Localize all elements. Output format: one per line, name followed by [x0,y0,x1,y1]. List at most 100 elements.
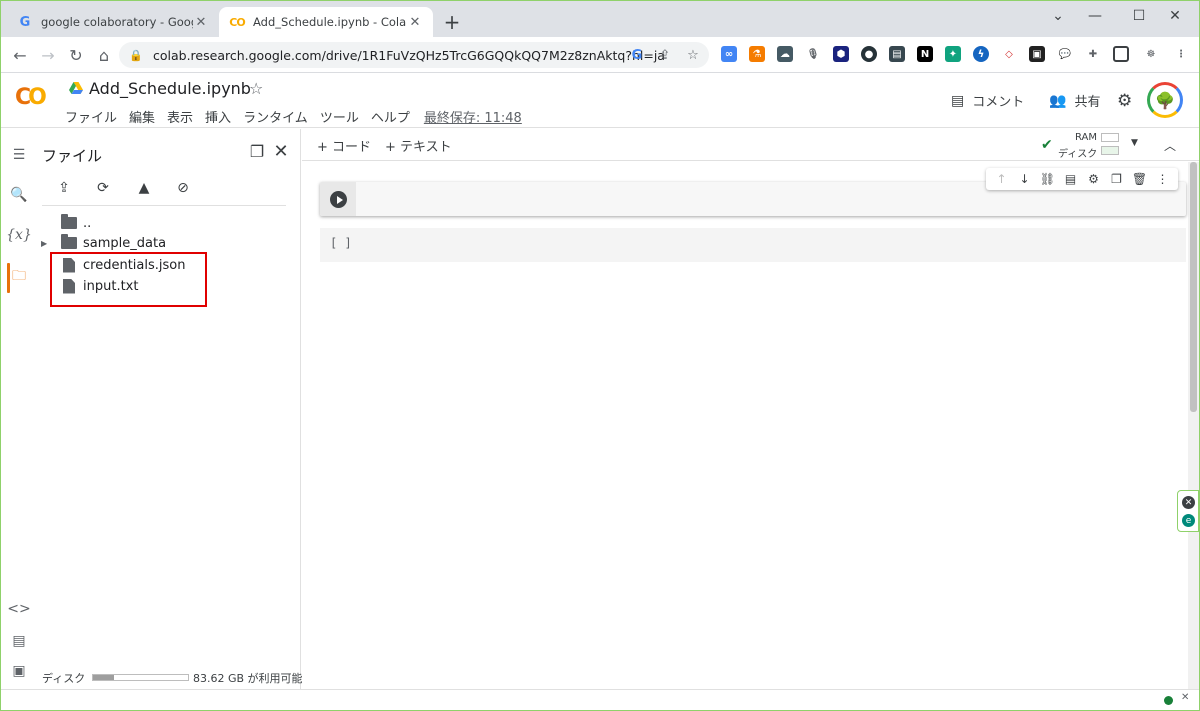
chat-extension-icon[interactable]: 💬 [1057,46,1073,62]
diff-extension-icon[interactable]: ◇ [1001,46,1017,62]
menu-view[interactable]: 表示 [167,107,193,126]
ram-label: RAM [1075,132,1098,143]
home-icon[interactable]: ⌂ [93,44,115,66]
upload-file-icon[interactable]: ⇪ [54,178,74,198]
close-tab-icon[interactable]: ✕ [407,14,423,30]
files-folder-icon[interactable]: 🗀 [9,267,29,287]
close-panel-icon[interactable]: ✕ [271,141,291,162]
move-up-icon[interactable]: ↑ [993,172,1011,186]
search-icon[interactable]: 🔍 [9,185,29,205]
google-lens-icon[interactable]: G [627,45,647,65]
move-down-icon[interactable]: ↓ [1016,172,1034,186]
mirror-cell-icon[interactable]: ❐ [1108,172,1126,186]
comment-label: コメント [972,95,1025,110]
cloud-extension-icon[interactable]: ☁ [777,46,793,62]
gadget-e-icon[interactable]: e [1182,514,1195,527]
bookmark-star-icon[interactable]: ☆ [683,45,703,65]
comment-icon: ▤ [951,92,965,109]
colab-favicon-icon: CO [229,15,245,29]
tab-google-search[interactable]: G google colaboratory - Google 検 ✕ [7,7,219,37]
browser-menu-icon[interactable]: ⋮ [1173,46,1189,62]
microphone-extension-icon[interactable]: 🎙 [805,46,821,62]
close-window-button[interactable]: ✕ [1153,1,1197,31]
tab-title: google colaboratory - Google 検 [41,15,193,29]
scrollbar[interactable] [1188,162,1199,689]
tree-item-parent[interactable]: .. [61,213,91,233]
menu-bar: ファイル 編集 表示 挿入 ランタイム ツール ヘルプ 最終保存: 11:48 [65,107,522,126]
delete-cell-icon[interactable]: 🗑 [1131,172,1149,186]
menu-tools[interactable]: ツール [320,107,359,126]
back-icon[interactable]: ← [9,44,31,66]
colab-logo[interactable]: CO [15,85,47,110]
reload-icon[interactable]: ↻ [65,44,87,66]
reader-extension-icon[interactable]: ▤ [889,46,905,62]
output-prompt: [ ] [330,236,352,250]
variables-icon[interactable]: {x} [6,225,32,245]
resource-monitor[interactable]: ✔ RAM ディスク ▼ [1041,130,1161,160]
add-code-button[interactable]: + コード [317,136,371,155]
comment-button[interactable]: ▤ コメント [951,91,1025,111]
hex-extension-icon[interactable]: ⬢ [833,46,849,62]
settings-gear-icon[interactable]: ⚙ [1117,91,1132,111]
add-text-button[interactable]: + テキスト [385,136,452,155]
tree-item-sample-data[interactable]: ▶ sample_data [41,233,167,253]
chatgpt-extension-icon[interactable]: ✦ [945,46,961,62]
flask-extension-icon[interactable]: ⚗ [749,46,765,62]
last-saved-link[interactable]: 最終保存: 11:48 [424,107,522,126]
grid-extension-icon[interactable]: ▣ [1029,46,1045,62]
close-gadget-icon[interactable]: ✕ [1182,496,1195,509]
lock-icon[interactable]: 🔒 [129,49,143,62]
refresh-folder-icon[interactable]: ⟳ [93,178,113,198]
menu-edit[interactable]: 編集 [129,107,155,126]
notion-extension-icon[interactable]: N [917,46,933,62]
expand-caret-icon[interactable]: ▶ [41,239,47,248]
side-panel-icon[interactable] [1113,46,1129,62]
command-palette-icon[interactable]: ▤ [9,631,29,651]
disk-usage-bar [92,674,189,681]
link-icon[interactable]: ⛓ [1039,172,1057,186]
cell-toolbar: ↑ ↓ ⛓ ▤ ⚙ ❐ 🗑 ⋮ [986,168,1178,190]
tab-strip: G google colaboratory - Google 検 ✕ CO Ad… [1,1,1199,37]
minimize-button[interactable]: — [1073,1,1117,31]
link-extension-icon[interactable]: ∞ [721,46,737,62]
forward-icon[interactable]: → [37,44,59,66]
cell-settings-icon[interactable]: ⚙ [1085,172,1103,186]
code-snippets-icon[interactable]: <> [7,599,30,619]
scrollbar-thumb[interactable] [1190,162,1197,412]
menu-insert[interactable]: 挿入 [205,107,231,126]
terminal-icon[interactable]: ▣ [9,661,29,681]
close-tab-icon[interactable]: ✕ [193,14,209,30]
menu-help[interactable]: ヘルプ [371,107,410,126]
share-page-icon[interactable]: ⇪ [655,45,675,65]
puzzle-extensions-icon[interactable]: ✚ [1085,46,1101,62]
disk-usage-fill [93,675,114,680]
profile-extension-icon[interactable]: ● [861,46,877,62]
disk-label: ディスク [1058,149,1098,160]
tree-item-label: sample_data [83,235,167,251]
new-tab-button[interactable]: + [441,10,463,34]
connection-status-icon [1164,696,1173,705]
collapse-header-icon[interactable]: ︿ [1164,137,1176,154]
side-gadget[interactable]: ✕ e [1177,490,1199,532]
hide-files-icon[interactable]: ⊘ [173,178,193,198]
comment-cell-icon[interactable]: ▤ [1062,172,1080,186]
browser-window: G google colaboratory - Google 検 ✕ CO Ad… [0,0,1200,711]
tab-colab-notebook[interactable]: CO Add_Schedule.ipynb - Colaborato ✕ [219,7,433,37]
share-button[interactable]: 👥 共有 [1049,91,1100,111]
menu-runtime[interactable]: ランタイム [243,107,308,126]
menu-file[interactable]: ファイル [65,107,117,126]
star-icon[interactable]: ☆ [249,79,263,98]
address-bar[interactable]: 🔒 colab.research.google.com/drive/1R1FuV… [119,42,709,68]
account-avatar[interactable]: 🌳 [1147,82,1183,118]
run-cell-button[interactable] [330,191,347,208]
resources-dropdown-icon[interactable]: ▼ [1131,138,1138,148]
status-expand-icon[interactable]: ✕ [1181,692,1189,703]
folder-icon [61,234,77,249]
more-options-icon[interactable]: ⋮ [1154,172,1172,186]
notebook-title[interactable]: Add_Schedule.ipynb [89,79,251,98]
profile-avatar-icon[interactable]: ☸ [1143,46,1159,62]
bolt-extension-icon[interactable]: ϟ [973,46,989,62]
table-of-contents-icon[interactable]: ☰ [9,145,29,165]
mount-drive-icon[interactable]: ▲ [134,178,154,198]
open-in-tab-icon[interactable]: ❐ [247,141,267,161]
